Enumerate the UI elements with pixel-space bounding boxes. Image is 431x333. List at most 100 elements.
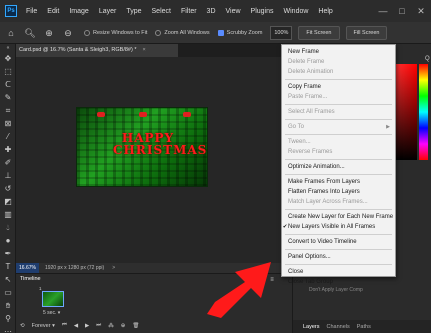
status-zoom[interactable]: 16.67% — [16, 263, 39, 273]
rectangle-tool-icon[interactable]: ▭ — [0, 286, 16, 299]
convert-timeline-icon[interactable]: ⟲ — [20, 323, 25, 329]
tab-paths[interactable]: Paths — [357, 324, 371, 330]
menu-item-label: Tween... — [288, 139, 311, 145]
fit-screen-button[interactable]: Fit Screen — [298, 25, 340, 40]
menu-help[interactable]: Help — [313, 8, 337, 15]
card-image[interactable]: HAPPY CHRISTMAS — [76, 107, 208, 187]
next-frame-icon[interactable]: ⏭ — [96, 322, 101, 329]
submenu-arrow-icon: ▶ — [386, 124, 390, 130]
maximize-icon[interactable]: □ — [395, 4, 409, 18]
menu-window[interactable]: Window — [279, 8, 314, 15]
resize-windows-option[interactable]: Resize Windows to Fit — [84, 29, 147, 36]
status-chevron-icon[interactable]: > — [112, 265, 115, 271]
scrubby-zoom-option[interactable]: Scrubby Zoom — [217, 29, 262, 36]
frame-delay-dropdown[interactable]: 5 sec. ▾ — [43, 310, 60, 316]
crop-tool-icon[interactable]: ⌗ — [0, 104, 16, 117]
eraser-tool-icon[interactable]: ◩ — [0, 195, 16, 208]
loop-dropdown[interactable]: Forever ▾ — [32, 323, 55, 329]
menu-layer[interactable]: Layer — [94, 8, 122, 15]
eyedropper-tool-icon[interactable]: ⁄ — [0, 130, 16, 143]
healing-brush-tool-icon[interactable]: ✚ — [0, 143, 16, 156]
frame-thumbnail[interactable] — [42, 291, 64, 307]
photoshop-logo[interactable]: Ps — [5, 5, 17, 17]
home-icon[interactable]: ⌂ — [3, 25, 19, 41]
menu-item-label: Delete Animation — [288, 69, 334, 75]
zoom-in-icon[interactable]: ⊕ — [41, 25, 57, 41]
brush-tool-icon[interactable]: ✐ — [0, 156, 16, 169]
menu-item-match-layer-across-frames: Match Layer Across Frames... — [282, 197, 395, 207]
first-frame-icon[interactable]: ⏮ — [62, 322, 67, 329]
zoom-level-field[interactable]: 100% — [270, 25, 293, 40]
canvas-area[interactable]: HAPPY CHRISTMAS — [16, 57, 292, 263]
dodge-tool-icon[interactable]: ● — [0, 234, 16, 247]
radio-icon — [155, 29, 162, 36]
close-tab-icon[interactable]: × — [142, 47, 145, 53]
menu-separator — [285, 159, 392, 160]
close-icon[interactable]: ✕ — [414, 4, 428, 18]
menu-view[interactable]: View — [221, 8, 246, 15]
menu-item-make-frames-from-layers[interactable]: Make Frames From Layers — [282, 177, 395, 187]
gradient-tool-icon[interactable]: ▥ — [0, 208, 16, 221]
menu-item-paste-frame: Paste Frame... — [282, 92, 395, 102]
frame-tool-icon[interactable]: ⊠ — [0, 117, 16, 130]
pen-tool-icon[interactable]: ✒ — [0, 247, 16, 260]
document-tab[interactable]: Card.psd @ 16.7% (Santa & Sleigh3, RGB/8… — [16, 44, 178, 57]
zoom-out-icon[interactable]: ⊖ — [60, 25, 76, 41]
menu-3d[interactable]: 3D — [202, 8, 221, 15]
toolbar-collapse-icon[interactable]: « — [0, 44, 16, 52]
path-select-tool-icon[interactable]: ↖ — [0, 273, 16, 286]
type-tool-icon[interactable]: T — [0, 260, 16, 273]
trash-icon[interactable]: 🗑 — [132, 323, 139, 329]
checkmark-icon: ✔ — [282, 224, 288, 230]
play-icon[interactable]: ▶ — [85, 323, 89, 329]
stamp-tool-icon[interactable]: ⊥ — [0, 169, 16, 182]
menu-file[interactable]: File — [21, 8, 42, 15]
menu-item-create-new-layer-for-each-new-frame[interactable]: Create New Layer for Each New Frame — [282, 212, 395, 222]
history-brush-tool-icon[interactable]: ↺ — [0, 182, 16, 195]
fill-screen-button[interactable]: Fill Screen — [345, 25, 388, 40]
hand-tool-icon[interactable]: ✋︎ — [0, 299, 16, 312]
menu-image[interactable]: Image — [64, 8, 93, 15]
duplicate-frame-icon[interactable]: ⊕ — [121, 323, 126, 329]
zoom-tool-icon[interactable]: 🔍︎ — [22, 25, 38, 41]
previous-frame-icon[interactable]: ◀ — [74, 323, 78, 329]
menu-plugins[interactable]: Plugins — [246, 8, 279, 15]
timeline-title[interactable]: Timeline — [20, 276, 41, 282]
tab-channels[interactable]: Channels — [327, 324, 350, 330]
menu-edit[interactable]: Edit — [42, 8, 64, 15]
menu-item-close-tab-group[interactable]: Close Tab Group — [282, 277, 395, 287]
menu-item-copy-frame[interactable]: Copy Frame — [282, 82, 395, 92]
menu-item-reverse-frames: Reverse Frames — [282, 147, 395, 157]
hue-slider[interactable] — [419, 64, 428, 160]
menu-item-label: Close Tab Group — [288, 279, 333, 285]
menu-item-flatten-frames-into-layers[interactable]: Flatten Frames Into Layers — [282, 187, 395, 197]
menu-item-close[interactable]: Close — [282, 267, 395, 277]
menu-item-new-frame[interactable]: New Frame — [282, 47, 395, 57]
menu-filter[interactable]: Filter — [176, 8, 202, 15]
menu-item-delete-animation: Delete Animation — [282, 67, 395, 77]
more-tools-icon[interactable]: ⋯ — [0, 325, 16, 333]
zoom-tool-icon[interactable]: ⚲ — [0, 312, 16, 325]
menu-item-optimize-animation[interactable]: Optimize Animation... — [282, 162, 395, 172]
menu-select[interactable]: Select — [147, 8, 176, 15]
menu-item-delete-frame: Delete Frame — [282, 57, 395, 67]
menu-item-new-layers-visible-in-all-frames[interactable]: ✔ New Layers Visible in All Frames — [282, 222, 395, 232]
tab-layers[interactable]: Layers — [303, 324, 320, 330]
menu-item-panel-options[interactable]: Panel Options... — [282, 252, 395, 262]
quick-select-tool-icon[interactable]: ✎ — [0, 91, 16, 104]
layer-comp-hint: Don't Apply Layer Comp — [309, 287, 363, 293]
blur-tool-icon[interactable]: 💧︎ — [0, 221, 16, 234]
menu-type[interactable]: Type — [121, 8, 146, 15]
timeline-controls: ⟲ Forever ▾ ⏮ ◀ ▶ ⏭ ⁂ ⊕ 🗑 — [20, 322, 146, 329]
minimize-icon[interactable]: — — [376, 4, 390, 18]
marquee-tool-icon[interactable]: ⬚ — [0, 65, 16, 78]
search-icon[interactable]: Q — [425, 56, 430, 62]
menu-item-convert-to-video-timeline[interactable]: Convert to Video Timeline — [282, 237, 395, 247]
tween-icon[interactable]: ⁂ — [108, 323, 114, 329]
zoom-all-windows-option[interactable]: Zoom All Windows — [155, 29, 210, 36]
lasso-tool-icon[interactable]: ᑕ — [0, 78, 16, 91]
document-size: 1920 px x 1280 px (72 ppi) — [44, 265, 105, 271]
checkbox-checked-icon — [217, 29, 224, 36]
menu-item-label: New Layers Visible in All Frames — [288, 224, 376, 230]
move-tool-icon[interactable]: ✥ — [0, 52, 16, 65]
